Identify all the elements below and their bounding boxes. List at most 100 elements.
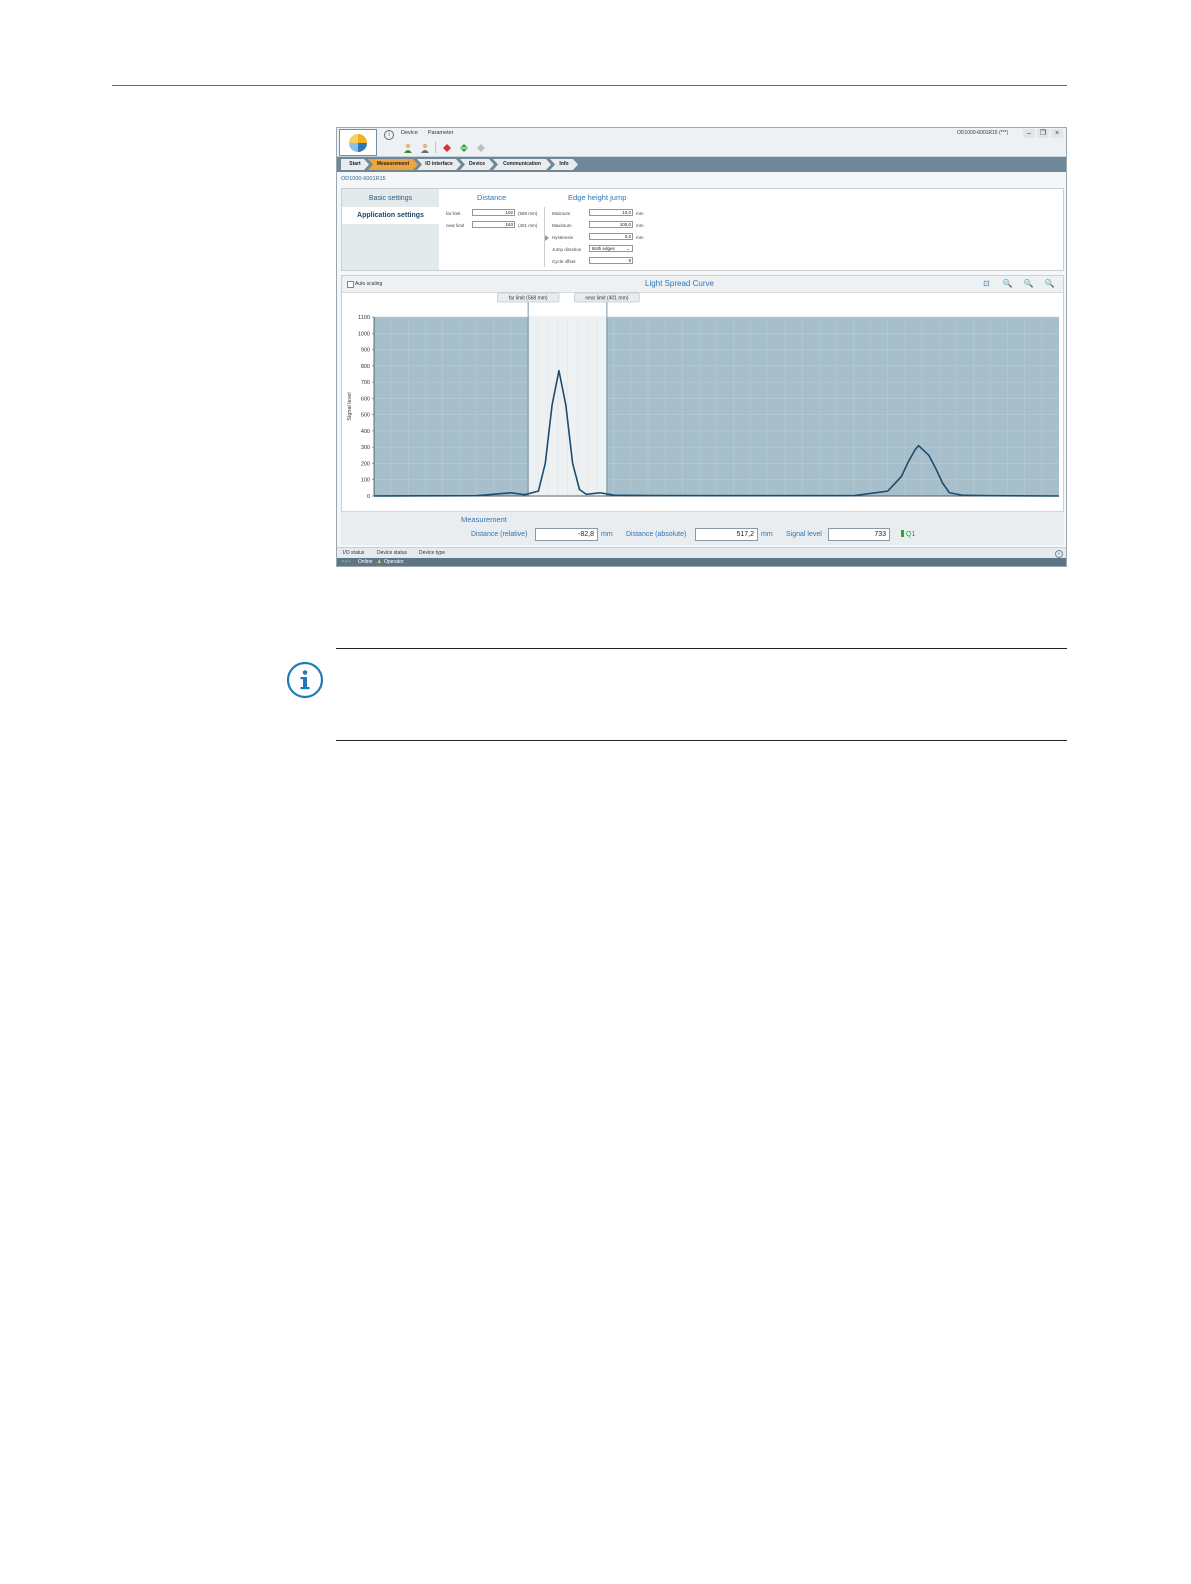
y-tick-label: 300 [361, 445, 370, 451]
device-type-tab[interactable]: Device type [419, 550, 445, 556]
sopas-application-window: i Device Parameter OD1000-6001R15 (***) … [336, 127, 1067, 567]
output-led-icon [901, 530, 904, 537]
online-dots-icon: • • • [342, 559, 351, 565]
far-limit-marker: far limit (568 mm) [509, 296, 548, 302]
zoom-out-icon[interactable]: 🔍 [1023, 279, 1034, 289]
compare-icon[interactable] [474, 142, 487, 153]
crumb-start[interactable]: Start [341, 159, 369, 170]
app-logo[interactable] [339, 129, 377, 156]
toolbar [401, 142, 487, 153]
minimum-field[interactable]: 10,0 [589, 209, 633, 216]
toolbar-separator [435, 142, 436, 153]
y-tick-label: 900 [361, 348, 370, 354]
online-status: Online [358, 559, 373, 565]
logo-icon [349, 134, 367, 152]
y-tick-label: 700 [361, 380, 370, 386]
device-id-label: OD1000-6001R15 [341, 176, 386, 182]
near-limit-mm: (401 mm) [518, 223, 538, 228]
row-pointer-icon [545, 235, 549, 241]
write-to-device-icon[interactable] [457, 142, 470, 153]
hysteresis-field[interactable]: 0,5 [589, 233, 633, 240]
page-header-rule [112, 85, 1067, 86]
signal-level-label: Signal level [786, 531, 822, 538]
distance-relative-unit: mm [601, 531, 613, 538]
menu-parameter[interactable]: Parameter [428, 130, 454, 140]
auto-scaling-checkbox[interactable] [347, 281, 354, 288]
q1-output-indicator: Q1 [901, 530, 915, 538]
distance-absolute-unit: mm [761, 531, 773, 538]
restore-icon[interactable]: ❐ [1037, 129, 1049, 138]
distance-absolute-label: Distance (absolute) [626, 531, 687, 538]
device-title: OD1000-6001R15 (***) [957, 130, 1009, 136]
window-controls: – ❐ × [1023, 129, 1063, 138]
y-tick-label: 800 [361, 364, 370, 370]
y-tick-label: 1000 [358, 331, 370, 337]
minimum-unit: mm [636, 211, 644, 216]
minimum-label: Minimum [552, 211, 571, 216]
crumb-io-interface[interactable]: IO interface [417, 159, 461, 170]
light-spread-curve-panel: Auto scaling Light Spread Curve ⊡ 🔍 🔍 🔍 … [341, 275, 1064, 542]
chart-title: Light Spread Curve [645, 279, 714, 288]
far-limit-mm: (568 mm) [518, 211, 538, 216]
y-tick-label: 400 [361, 429, 370, 435]
y-tick-label: 1100 [358, 315, 370, 321]
settings-panel: Basic settings Application settings Dist… [341, 188, 1064, 271]
near-limit-field[interactable]: 163 [472, 221, 515, 228]
cycle-offset-field[interactable]: 8 [589, 257, 633, 264]
device-status-tab[interactable]: Device status [377, 550, 407, 556]
title-bar: i Device Parameter OD1000-6001R15 (***) … [337, 128, 1066, 157]
menu-device[interactable]: Device [401, 130, 418, 140]
q1-label: Q1 [906, 531, 916, 538]
close-icon[interactable]: × [1051, 129, 1063, 138]
far-limit-field[interactable]: 102 [472, 209, 515, 216]
maximum-unit: mm [636, 223, 644, 228]
tab-application-settings[interactable]: Application settings [342, 207, 439, 224]
distance-relative-label: Distance (relative) [471, 531, 528, 538]
measurement-panel: Measurement Distance (relative) -82,8 mm… [341, 511, 1064, 545]
note-top-rule [336, 648, 1067, 649]
maximum-field[interactable]: 100,0 [589, 221, 633, 228]
crumb-measurement[interactable]: Measurement [368, 159, 418, 170]
y-tick-label: 0 [367, 494, 370, 500]
chevron-down-icon: ⌄ [626, 246, 630, 251]
near-limit-label: near limit [446, 223, 465, 228]
maximum-label: Maximum [552, 223, 572, 228]
far-limit-label: far limit [446, 211, 461, 216]
read-from-device-icon[interactable] [440, 142, 453, 153]
chart-header: Auto scaling Light Spread Curve ⊡ 🔍 🔍 🔍 [342, 276, 1063, 293]
tab-basic-settings[interactable]: Basic settings [342, 190, 439, 207]
measurement-title: Measurement [461, 515, 507, 524]
y-axis-label: Signal level [347, 392, 353, 420]
io-status-tab[interactable]: I/O status [343, 550, 364, 556]
settings-side-tabs: Basic settings Application settings [342, 189, 439, 270]
zoom-fit-icon[interactable]: ⊡ [981, 279, 992, 289]
user-logout-icon[interactable] [418, 142, 431, 153]
crumb-info[interactable]: Info [550, 159, 578, 170]
y-tick-label: 100 [361, 478, 370, 484]
hysteresis-label: Hysteresis [552, 235, 574, 240]
info-note-icon [286, 661, 324, 699]
signal-level-value: 733 [828, 528, 890, 541]
y-tick-label: 500 [361, 413, 370, 419]
light-spread-chart: 110010009008007006005004003002001000far … [347, 292, 1060, 500]
near-limit-marker: near limit (401 mm) [585, 296, 628, 302]
info-icon[interactable]: i [384, 130, 394, 140]
y-tick-label: 600 [361, 396, 370, 402]
distance-absolute-value: 517,2 [695, 528, 758, 541]
crumb-communication[interactable]: Communication [493, 159, 551, 170]
chart-tools: ⊡ 🔍 🔍 🔍 [981, 279, 1055, 289]
expand-icon[interactable]: › [1055, 550, 1063, 558]
minimize-icon[interactable]: – [1023, 129, 1035, 138]
breadcrumb-navigation: Start Measurement IO interface Device Co… [337, 157, 1066, 172]
connection-bar: • • • Online ♟ Operator [337, 558, 1066, 566]
note-bottom-rule [336, 740, 1067, 741]
zoom-reset-icon[interactable]: 🔍 [1044, 279, 1055, 289]
cycle-offset-label: Cycle offset [552, 259, 576, 264]
user-login-icon[interactable] [401, 142, 414, 153]
auto-scaling-label: Auto scaling [355, 281, 383, 287]
jump-direction-select[interactable]: Both edges ⌄ [589, 245, 633, 252]
zoom-in-icon[interactable]: 🔍 [1002, 279, 1013, 289]
crumb-device[interactable]: Device [460, 159, 494, 170]
jump-direction-label: Jump direction [552, 247, 582, 252]
main-menu: Device Parameter [401, 130, 454, 140]
